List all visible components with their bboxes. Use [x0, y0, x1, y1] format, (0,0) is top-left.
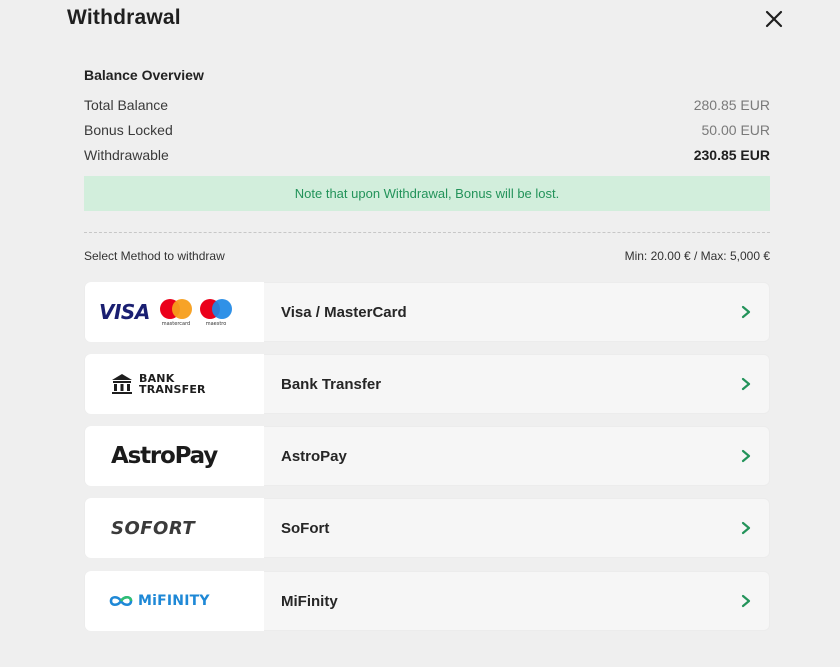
chevron-right-icon	[741, 594, 751, 608]
method-label: AstroPay	[281, 447, 347, 465]
method-astropay[interactable]: AstroPay AstroPay	[84, 426, 770, 486]
mifinity-logo-text: MiFINITY	[138, 593, 210, 609]
bank-icon	[112, 374, 132, 394]
bonus-warning-note: Note that upon Withdrawal, Bonus will be…	[84, 176, 770, 211]
chevron-right-icon	[741, 377, 751, 391]
bonus-locked-value: 50.00 EUR	[701, 122, 770, 138]
method-label: SoFort	[281, 519, 330, 537]
sofort-logo-text: SOFORT	[111, 517, 196, 539]
mifinity-logo: MiFINITY	[85, 571, 264, 631]
chevron-right-icon	[741, 305, 751, 319]
close-icon[interactable]	[763, 8, 785, 30]
chevron-right-icon	[741, 521, 751, 535]
page-title: Withdrawal	[67, 6, 181, 29]
method-sofort[interactable]: SOFORT SoFort	[84, 498, 770, 558]
mastercard-icon: mastercard	[159, 299, 192, 327]
withdrawable-value: 230.85 EUR	[693, 147, 770, 163]
total-balance-label: Total Balance	[84, 97, 169, 113]
method-visa-mastercard[interactable]: VISA mastercard maestro Visa / MasterCar…	[84, 282, 770, 342]
mastercard-caption: mastercard	[162, 321, 190, 327]
method-bank-transfer[interactable]: BANK TRANSFER Bank Transfer	[84, 354, 770, 414]
total-balance-value: 280.85 EUR	[693, 97, 770, 113]
divider	[84, 232, 770, 233]
method-mifinity[interactable]: MiFINITY MiFinity	[84, 571, 770, 631]
chevron-right-icon	[741, 449, 751, 463]
balance-overview-title: Balance Overview	[84, 67, 204, 83]
astropay-logo-text: AstroPay	[111, 443, 218, 469]
visa-mastercard-logo: VISA mastercard maestro	[85, 282, 264, 342]
bank-logo-line2: TRANSFER	[139, 383, 206, 396]
method-label: MiFinity	[281, 592, 338, 610]
bonus-locked-label: Bonus Locked	[84, 122, 173, 138]
infinity-icon	[109, 595, 133, 607]
withdraw-limits: Min: 20.00 € / Max: 5,000 €	[624, 249, 770, 263]
withdrawable-label: Withdrawable	[84, 147, 169, 163]
bank-transfer-logo: BANK TRANSFER	[85, 354, 264, 414]
maestro-caption: maestro	[206, 321, 227, 327]
select-method-label: Select Method to withdraw	[84, 249, 225, 263]
method-label: Visa / MasterCard	[281, 303, 407, 321]
bonus-locked-row: Bonus Locked 50.00 EUR	[84, 120, 770, 140]
withdrawable-row: Withdrawable 230.85 EUR	[84, 145, 770, 165]
sofort-logo: SOFORT	[85, 498, 264, 558]
maestro-icon: maestro	[199, 299, 232, 327]
method-header: Select Method to withdraw Min: 20.00 € /…	[84, 249, 770, 263]
method-label: Bank Transfer	[281, 375, 382, 393]
visa-logo-text: VISA	[99, 300, 150, 324]
astropay-logo: AstroPay	[85, 426, 264, 486]
total-balance-row: Total Balance 280.85 EUR	[84, 95, 770, 115]
